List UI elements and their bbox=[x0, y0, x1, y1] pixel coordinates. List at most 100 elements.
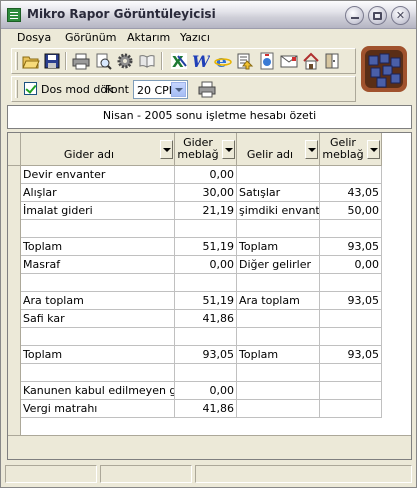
table-cell[interactable] bbox=[21, 274, 175, 292]
table-cell[interactable]: 30,00 bbox=[175, 184, 237, 202]
grid-corner bbox=[8, 133, 21, 166]
table-cell[interactable] bbox=[175, 274, 237, 292]
table-cell[interactable]: Masraf bbox=[21, 256, 175, 274]
toolbar-separator bbox=[65, 52, 67, 70]
save-icon[interactable] bbox=[43, 52, 61, 70]
print-icon[interactable] bbox=[72, 52, 90, 70]
table-cell[interactable]: 21,19 bbox=[175, 202, 237, 220]
table-cell[interactable]: Safi kar bbox=[21, 310, 175, 328]
print-preview-icon[interactable] bbox=[94, 52, 112, 70]
export-icon[interactable] bbox=[236, 52, 254, 70]
table-cell[interactable]: 0,00 bbox=[175, 256, 237, 274]
column-header-label: Gider adı bbox=[63, 148, 115, 161]
column-header-gelir-adi[interactable]: Gelir adı bbox=[237, 133, 320, 166]
column-header-gider-adi[interactable]: Gider adı bbox=[21, 133, 175, 166]
word-icon[interactable]: W bbox=[192, 52, 210, 70]
table-cell[interactable] bbox=[21, 220, 175, 238]
main-toolbar: X W e bbox=[11, 48, 356, 74]
table-cell[interactable]: 93,05 bbox=[320, 346, 382, 364]
chevron-down-icon[interactable] bbox=[222, 140, 235, 159]
table-cell[interactable]: 43,05 bbox=[320, 184, 382, 202]
table-cell[interactable] bbox=[21, 364, 175, 382]
table-cell[interactable]: 93,05 bbox=[320, 292, 382, 310]
table-cell[interactable]: 41,86 bbox=[175, 310, 237, 328]
open-icon[interactable] bbox=[22, 52, 40, 70]
table-cell[interactable]: Ara toplam bbox=[237, 292, 320, 310]
table-cell[interactable]: 0,00 bbox=[320, 256, 382, 274]
table-cell[interactable] bbox=[237, 328, 320, 346]
table-cell[interactable] bbox=[237, 274, 320, 292]
table-cell[interactable]: 93,05 bbox=[320, 238, 382, 256]
column-header-gelir-meblag[interactable]: Gelir meblağ bbox=[320, 133, 382, 166]
maximize-button[interactable] bbox=[368, 6, 387, 25]
table-cell[interactable] bbox=[320, 310, 382, 328]
table-cell[interactable]: Vergi matrahı bbox=[21, 400, 175, 418]
status-panel bbox=[5, 465, 97, 483]
table-cell[interactable]: 93,05 bbox=[175, 346, 237, 364]
excel-icon[interactable]: X bbox=[170, 52, 188, 70]
font-select[interactable]: 20 CPI bbox=[133, 80, 188, 99]
table-cell[interactable]: Kanunen kabul edilmeyen gider bbox=[21, 382, 175, 400]
table-cell[interactable]: Toplam bbox=[237, 346, 320, 364]
browser-icon[interactable]: e bbox=[214, 52, 232, 70]
title-bar[interactable]: Mikro Rapor Görüntüleyicisi ✕ bbox=[1, 1, 416, 29]
menu-yazici[interactable]: Yazıcı bbox=[180, 31, 210, 44]
table-cell[interactable] bbox=[237, 400, 320, 418]
print-icon[interactable] bbox=[198, 80, 216, 98]
dos-mode-checkbox[interactable] bbox=[24, 82, 37, 95]
table-cell[interactable] bbox=[237, 220, 320, 238]
table-cell[interactable] bbox=[320, 382, 382, 400]
table-cell[interactable]: 51,19 bbox=[175, 292, 237, 310]
table-cell[interactable]: şimdiki envanter bbox=[237, 202, 320, 220]
table-cell[interactable] bbox=[320, 328, 382, 346]
table-cell[interactable]: 41,86 bbox=[175, 400, 237, 418]
table-cell[interactable]: Alışlar bbox=[21, 184, 175, 202]
table-cell[interactable] bbox=[175, 364, 237, 382]
table-cell[interactable] bbox=[320, 220, 382, 238]
table-cell[interactable] bbox=[320, 166, 382, 184]
table-cell[interactable] bbox=[237, 364, 320, 382]
settings-icon[interactable] bbox=[116, 52, 134, 70]
menu-gorunum[interactable]: Görünüm bbox=[65, 31, 116, 44]
table-cell[interactable]: Diğer gelirler bbox=[237, 256, 320, 274]
table-cell[interactable]: 50,00 bbox=[320, 202, 382, 220]
table-cell[interactable]: 0,00 bbox=[175, 382, 237, 400]
app-logo-icon bbox=[361, 46, 407, 92]
table-cell[interactable] bbox=[320, 274, 382, 292]
toolbar-grip[interactable] bbox=[15, 52, 18, 70]
dos-mode-label[interactable]: Dos mod dök bbox=[41, 83, 113, 96]
table-cell[interactable] bbox=[175, 220, 237, 238]
table-cell[interactable] bbox=[237, 166, 320, 184]
chevron-down-icon[interactable] bbox=[171, 82, 186, 97]
column-header-gider-meblag[interactable]: Gider meblağ bbox=[175, 133, 237, 166]
menu-dosya[interactable]: Dosya bbox=[17, 31, 51, 44]
table-cell[interactable]: 51,19 bbox=[175, 238, 237, 256]
table-cell[interactable]: Satışlar bbox=[237, 184, 320, 202]
table-cell[interactable]: Toplam bbox=[21, 238, 175, 256]
table-cell[interactable] bbox=[237, 382, 320, 400]
table-cell[interactable] bbox=[320, 364, 382, 382]
table-cell[interactable] bbox=[237, 310, 320, 328]
table-cell[interactable] bbox=[320, 400, 382, 418]
table-cell[interactable]: Ara toplam bbox=[21, 292, 175, 310]
toolbar-grip[interactable] bbox=[15, 80, 18, 98]
table-cell[interactable]: Toplam bbox=[237, 238, 320, 256]
mail-icon[interactable] bbox=[280, 52, 298, 70]
table-cell[interactable] bbox=[21, 328, 175, 346]
exit-icon[interactable] bbox=[324, 52, 342, 70]
html-icon[interactable] bbox=[258, 52, 276, 70]
chevron-down-icon[interactable] bbox=[305, 140, 318, 159]
table-cell[interactable]: Toplam bbox=[21, 346, 175, 364]
table-cell[interactable] bbox=[175, 328, 237, 346]
book-icon[interactable] bbox=[138, 52, 156, 70]
table-cell[interactable]: 0,00 bbox=[175, 166, 237, 184]
table-cell[interactable]: Devir envanter bbox=[21, 166, 175, 184]
chevron-down-icon[interactable] bbox=[160, 140, 173, 159]
status-panel bbox=[195, 465, 412, 483]
chevron-down-icon[interactable] bbox=[367, 140, 380, 159]
menu-aktarim[interactable]: Aktarım bbox=[127, 31, 170, 44]
close-button[interactable]: ✕ bbox=[391, 6, 410, 25]
minimize-button[interactable] bbox=[345, 6, 364, 25]
table-cell[interactable]: İmalat gideri bbox=[21, 202, 175, 220]
home-icon[interactable] bbox=[302, 52, 320, 70]
